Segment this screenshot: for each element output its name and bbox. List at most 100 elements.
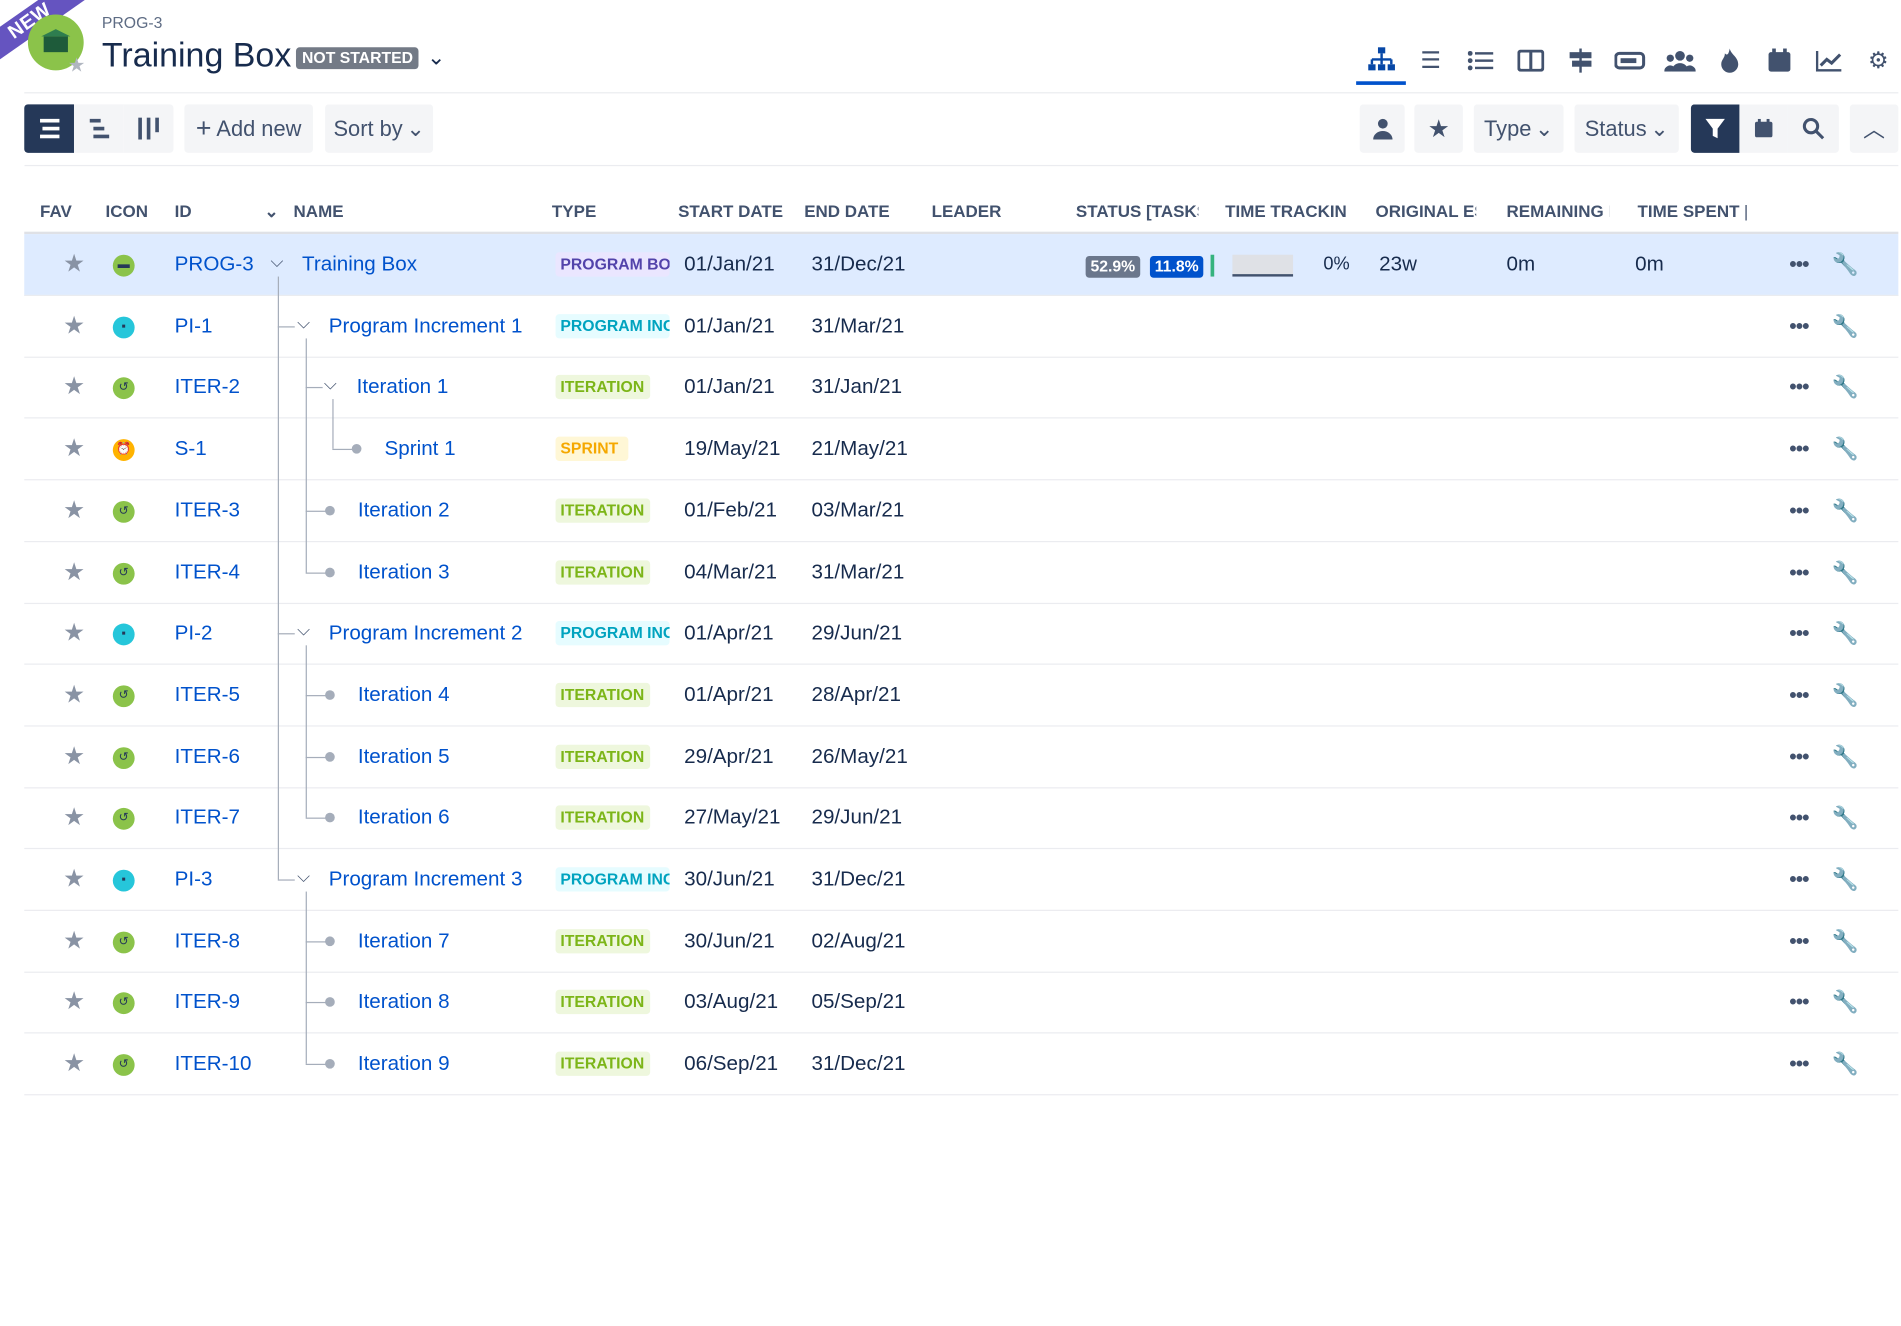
more-actions-icon[interactable]: ••• [1789, 603, 1816, 664]
issue-name-link[interactable]: Training Box [302, 234, 417, 295]
issue-id-link[interactable]: PI-3 [175, 849, 278, 910]
issue-id-link[interactable]: PI-2 [175, 603, 278, 664]
issue-name-link[interactable]: Iteration 8 [358, 972, 450, 1033]
wrench-icon[interactable]: 🔧 [1832, 1033, 1859, 1094]
column-header-original-estimate[interactable]: ORIGINAL ES [1376, 201, 1477, 220]
more-actions-icon[interactable]: ••• [1789, 849, 1816, 910]
chevron-down-icon[interactable]: ⌵ [270, 251, 283, 272]
calendar-icon[interactable] [1754, 36, 1804, 85]
issue-id-link[interactable]: ITER-5 [175, 665, 278, 726]
type-filter-button[interactable]: Type ⌄ [1473, 104, 1564, 153]
more-actions-icon[interactable]: ••• [1789, 357, 1816, 418]
issue-id-link[interactable]: ITER-3 [175, 480, 278, 541]
column-header-time-spent[interactable]: TIME SPENT | [1638, 201, 1747, 220]
outline-view-button[interactable] [73, 104, 124, 153]
more-actions-icon[interactable]: ••• [1789, 234, 1816, 295]
wrench-icon[interactable]: 🔧 [1832, 296, 1859, 357]
favorites-filter-button[interactable]: ★ [1414, 104, 1463, 153]
board-view-button[interactable] [123, 104, 174, 153]
wrench-icon[interactable]: 🔧 [1832, 911, 1859, 972]
column-header-status[interactable]: STATUS [TASKS [1076, 201, 1199, 220]
column-header-end-date[interactable]: END DATE [804, 201, 919, 220]
column-header-id[interactable]: ID [175, 201, 224, 220]
issue-name-link[interactable]: Iteration 7 [358, 911, 450, 972]
favorite-star-icon[interactable]: ★ [63, 480, 87, 541]
column-header-name[interactable]: NAME [294, 201, 391, 220]
favorite-star-icon[interactable]: ★ [63, 911, 87, 972]
issue-name-link[interactable]: Iteration 1 [357, 357, 449, 418]
tree-view-button[interactable] [24, 104, 74, 153]
issue-id-link[interactable]: ITER-2 [175, 357, 278, 418]
issue-id-link[interactable]: ITER-7 [175, 787, 278, 848]
issue-name-link[interactable]: Program Increment 1 [329, 296, 523, 357]
issue-id-link[interactable]: ITER-9 [175, 972, 278, 1033]
issue-id-link[interactable]: PI-1 [175, 296, 278, 357]
list-icon[interactable]: ☰ [1406, 36, 1456, 85]
column-header-icon[interactable]: ICON [106, 201, 161, 220]
issue-id-link[interactable]: ITER-4 [175, 542, 278, 603]
issue-name-link[interactable]: Iteration 6 [358, 787, 450, 848]
more-actions-icon[interactable]: ••• [1789, 296, 1816, 357]
more-actions-icon[interactable]: ••• [1789, 727, 1816, 788]
more-actions-icon[interactable]: ••• [1789, 480, 1816, 541]
favorite-star-icon[interactable]: ★ [63, 234, 87, 295]
issue-name-link[interactable]: Program Increment 3 [329, 849, 523, 910]
assignee-filter-button[interactable] [1359, 104, 1405, 153]
status-badge[interactable]: NOT STARTED [295, 47, 420, 70]
issue-name-link[interactable]: Iteration 5 [358, 727, 450, 788]
column-header-start-date[interactable]: START DATE [678, 201, 793, 220]
wrench-icon[interactable]: 🔧 [1832, 542, 1859, 603]
collapse-button[interactable]: ︿ [1849, 104, 1899, 153]
column-header-leader[interactable]: LEADER [932, 201, 1017, 220]
wrench-icon[interactable]: 🔧 [1832, 357, 1859, 418]
wrench-icon[interactable]: 🔧 [1832, 480, 1859, 541]
fire-icon[interactable] [1704, 36, 1754, 85]
more-actions-icon[interactable]: ••• [1789, 418, 1816, 479]
issue-name-link[interactable]: Iteration 9 [358, 1033, 450, 1094]
wrench-icon[interactable]: 🔧 [1832, 603, 1859, 664]
favorite-star-icon[interactable]: ★ [63, 603, 87, 664]
board-icon[interactable] [1505, 36, 1555, 85]
issue-name-link[interactable]: Iteration 4 [358, 665, 450, 726]
favorite-star-icon[interactable]: ★ [63, 296, 87, 357]
favorite-star-icon[interactable]: ★ [63, 972, 87, 1033]
column-header-time-tracking[interactable]: TIME TRACKING [1225, 201, 1346, 220]
favorite-star-icon[interactable]: ★ [63, 1033, 87, 1094]
issue-id-link[interactable]: S-1 [175, 418, 278, 479]
favorite-star-icon[interactable]: ★ [63, 418, 87, 479]
bullet-list-icon[interactable] [1456, 36, 1506, 85]
more-actions-icon[interactable]: ••• [1789, 911, 1816, 972]
chevron-down-icon[interactable]: ⌵ [297, 866, 310, 887]
more-actions-icon[interactable]: ••• [1789, 1033, 1816, 1094]
search-button[interactable] [1787, 104, 1839, 153]
date-filter-button[interactable] [1739, 104, 1788, 153]
favorite-star-icon[interactable]: ★ [63, 787, 87, 848]
more-actions-icon[interactable]: ••• [1789, 542, 1816, 603]
chart-icon[interactable] [1804, 36, 1854, 85]
table-row[interactable]: ★ ▬ PROG-3 Training Box ⌵ PROGRAM BOX 01/Jan/2… [24, 234, 1899, 296]
progress-icon[interactable] [1605, 36, 1655, 85]
column-header-fav[interactable]: FAV [40, 201, 89, 220]
favorite-star-icon[interactable]: ★ [63, 542, 87, 603]
issue-id-link[interactable]: ITER-10 [175, 1033, 278, 1094]
wrench-icon[interactable]: 🔧 [1832, 234, 1859, 295]
wrench-icon[interactable]: 🔧 [1832, 418, 1859, 479]
more-actions-icon[interactable]: ••• [1789, 972, 1816, 1033]
wrench-icon[interactable]: 🔧 [1832, 727, 1859, 788]
sort-by-button[interactable]: Sort by ⌄ [325, 104, 434, 153]
issue-name-link[interactable]: Program Increment 2 [329, 603, 523, 664]
favorite-star-icon[interactable]: ★ [63, 727, 87, 788]
status-filter-button[interactable]: Status ⌄ [1574, 104, 1679, 153]
status-chevron-down-icon[interactable]: ⌄ [427, 45, 445, 70]
avatar-favorite-star-icon[interactable]: ★ [68, 53, 85, 77]
issue-name-link[interactable]: Iteration 3 [358, 542, 450, 603]
issue-id-link[interactable]: ITER-6 [175, 727, 278, 788]
chevron-down-icon[interactable]: ⌵ [297, 620, 310, 641]
favorite-star-icon[interactable]: ★ [63, 357, 87, 418]
favorite-star-icon[interactable]: ★ [63, 849, 87, 910]
column-header-remaining-estimate[interactable]: REMAINING E [1507, 201, 1610, 220]
wrench-icon[interactable]: 🔧 [1832, 787, 1859, 848]
issue-name-link[interactable]: Iteration 2 [358, 480, 450, 541]
hierarchy-icon[interactable] [1356, 36, 1406, 85]
more-actions-icon[interactable]: ••• [1789, 787, 1816, 848]
